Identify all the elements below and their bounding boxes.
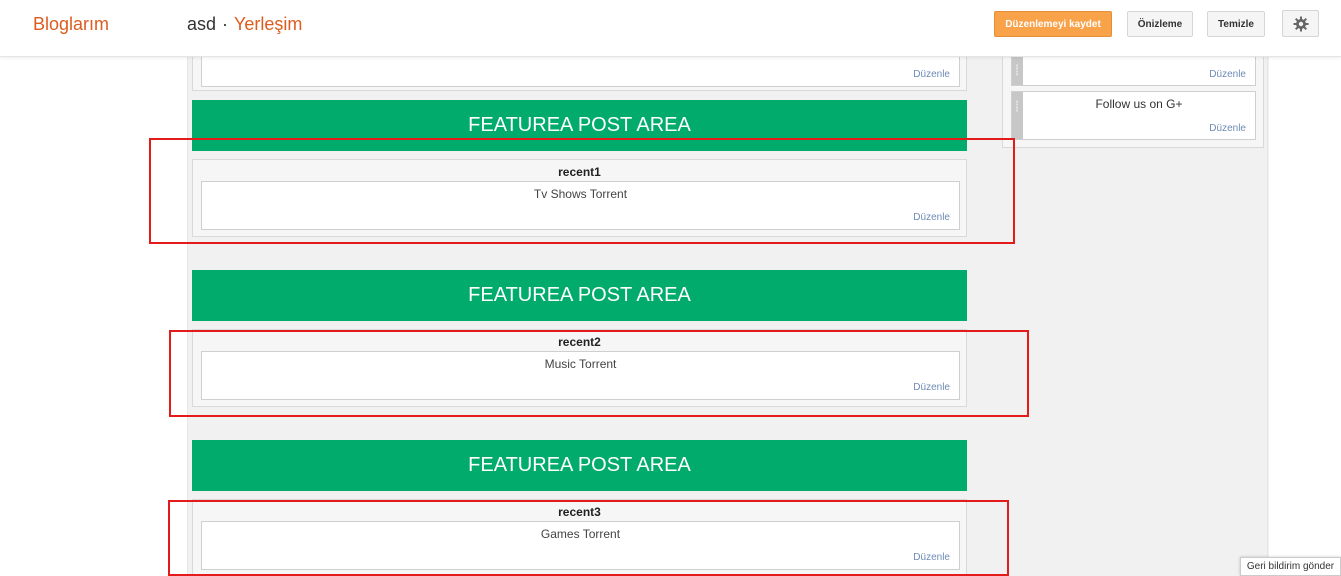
- top-bar: Bloglarım asd · Yerleşim Düzenlemeyi kayde…: [0, 0, 1341, 57]
- featured-post-banner-2: FEATUREA POST AREA: [192, 270, 967, 321]
- drag-handle[interactable]: [1012, 56, 1023, 85]
- sidebar-gadget-title: Follow us on G+: [1095, 97, 1183, 111]
- gear-icon: [1293, 16, 1308, 31]
- edit-link[interactable]: Düzenle: [1209, 69, 1246, 80]
- my-blogs-link[interactable]: Bloglarım: [33, 14, 109, 35]
- canvas-edge: [1267, 56, 1268, 576]
- edit-link[interactable]: Düzenle: [1209, 123, 1246, 134]
- feedback-button[interactable]: Geri bildirim gönder: [1240, 557, 1341, 576]
- highlight-box-recent3: [168, 500, 1009, 576]
- breadcrumb-separator: ·: [222, 14, 229, 34]
- sidebar-gadget-1[interactable]: Düzenle: [1011, 56, 1256, 86]
- save-arrangement-button[interactable]: Düzenlemeyi kaydet: [994, 11, 1112, 37]
- top-gadget-edit-link[interactable]: Düzenle: [913, 69, 950, 80]
- highlight-box-recent1: [149, 138, 1015, 244]
- page-title: Yerleşim: [234, 14, 303, 34]
- clear-button[interactable]: Temizle: [1207, 11, 1265, 37]
- highlight-box-recent2: [169, 330, 1029, 417]
- breadcrumb: asd · Yerleşim: [187, 14, 302, 35]
- blog-name[interactable]: asd: [187, 14, 216, 34]
- top-gadget-section: Düzenle: [192, 56, 967, 91]
- sidebar-section: Düzenle Follow us on G+ Düzenle: [1002, 56, 1264, 148]
- featured-post-banner-3: FEATUREA POST AREA: [192, 440, 967, 491]
- preview-button[interactable]: Önizleme: [1127, 11, 1193, 37]
- settings-button[interactable]: [1282, 10, 1319, 37]
- drag-handle[interactable]: [1012, 92, 1023, 139]
- sidebar-gadget-follow-gplus[interactable]: Follow us on G+ Düzenle: [1011, 91, 1256, 140]
- top-gadget[interactable]: Düzenle: [201, 57, 960, 87]
